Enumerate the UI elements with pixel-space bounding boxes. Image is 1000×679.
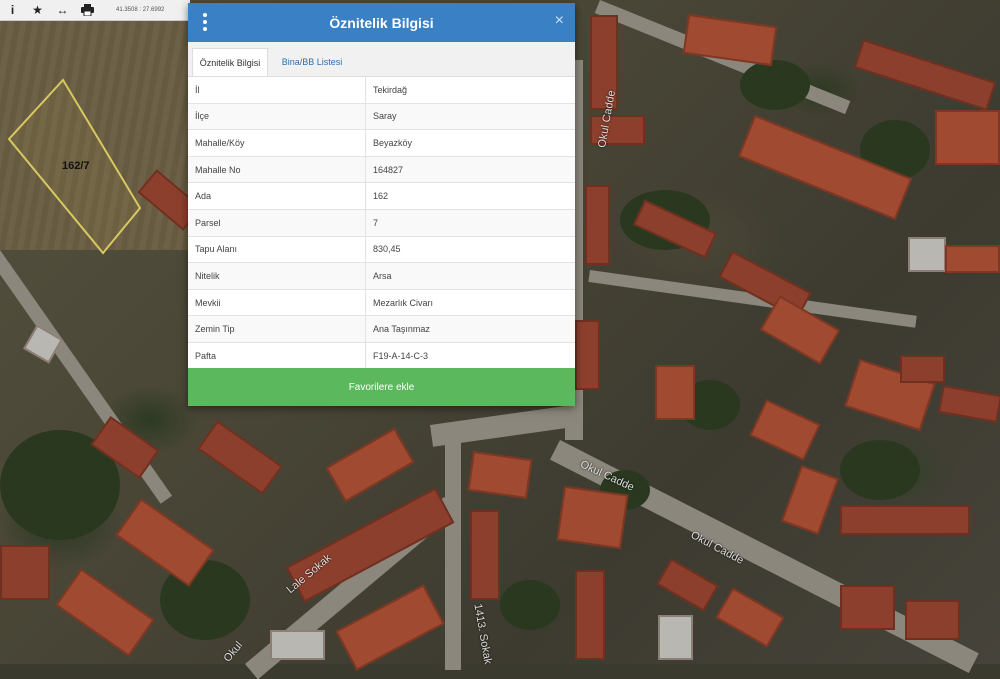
attribute-key: Pafta <box>188 342 366 370</box>
attribute-table: İl Tekirdağ İlçe Saray Mahalle/Köy Beyazköy Ma… <box>188 77 575 370</box>
info-icon[interactable]: i <box>0 0 25 20</box>
building-roof <box>840 585 895 630</box>
attribute-key: İl <box>188 77 366 104</box>
building-roof <box>656 558 719 612</box>
attribute-key: Zemin Tip <box>188 315 366 343</box>
attribute-value: Mezarlık Civarı <box>365 289 575 317</box>
building-roof <box>575 320 600 390</box>
attribute-value: Saray <box>365 103 575 131</box>
attribute-row: Mevkii Mezarlık Civarı <box>188 289 575 317</box>
attribute-key: İlçe <box>188 103 366 131</box>
map-toolbar: i ★ ↔ 41.3508 : 27.6992 <box>0 0 190 21</box>
attribute-key: Parsel <box>188 209 366 237</box>
building-roof <box>682 13 778 67</box>
building-roof <box>556 485 629 550</box>
tab-attributes[interactable]: Öznitelik Bilgisi <box>192 48 268 76</box>
attribute-value: F19-A-14-C-3 <box>365 342 575 370</box>
building-roof <box>575 570 605 660</box>
road <box>445 440 461 670</box>
parcel-label: 162/7 <box>62 160 90 172</box>
attribute-value: 7 <box>365 209 575 237</box>
attribute-key: Mahalle/Köy <box>188 129 366 157</box>
building-roof <box>780 464 840 536</box>
attribute-row: Ada 162 <box>188 182 575 210</box>
building-roof <box>197 420 283 495</box>
tab-bar: Öznitelik Bilgisi Bina/BB Listesi <box>188 42 575 77</box>
building-roof <box>658 615 693 660</box>
building-roof <box>840 505 970 535</box>
building-roof <box>285 487 455 603</box>
building-roof <box>55 568 155 657</box>
measure-icon[interactable]: ↔ <box>50 0 75 20</box>
attribute-row: Parsel 7 <box>188 209 575 237</box>
attribute-value: 830,45 <box>365 236 575 264</box>
print-icon[interactable] <box>75 0 100 20</box>
building-roof <box>715 587 785 648</box>
building-roof <box>905 600 960 640</box>
building-roof <box>655 365 695 420</box>
attribute-key: Nitelik <box>188 262 366 290</box>
attribute-popup: Öznitelik Bilgisi × Öznitelik Bilgisi Bi… <box>188 3 575 406</box>
attribute-row: Pafta F19-A-14-C-3 <box>188 342 575 370</box>
building-roof <box>945 245 1000 273</box>
attribute-row: Tapu Alanı 830,45 <box>188 236 575 264</box>
attribute-value: Tekirdağ <box>365 77 575 104</box>
attribute-row: Zemin Tip Ana Taşınmaz <box>188 315 575 343</box>
attribute-key: Mevkii <box>188 289 366 317</box>
popup-title: Öznitelik Bilgisi <box>329 14 434 31</box>
building-roof <box>470 510 500 600</box>
attribute-row: Mahalle No 164827 <box>188 156 575 184</box>
building-roof <box>467 451 533 499</box>
attribute-value: 162 <box>365 182 575 210</box>
tree <box>500 580 560 630</box>
attribute-key: Ada <box>188 182 366 210</box>
add-favorite-button[interactable]: Favorilere ekle <box>188 368 575 406</box>
building-roof <box>0 545 50 600</box>
building-roof <box>585 185 610 265</box>
attribute-key: Tapu Alanı <box>188 236 366 264</box>
close-icon[interactable]: × <box>555 12 564 30</box>
street-label: Okul <box>221 639 246 665</box>
attribute-value: 164827 <box>365 156 575 184</box>
tree <box>740 60 810 110</box>
building-roof <box>270 630 325 660</box>
popup-header: Öznitelik Bilgisi × <box>188 3 575 42</box>
building-roof <box>938 385 1000 423</box>
star-icon[interactable]: ★ <box>25 0 50 20</box>
building-roof <box>900 355 945 383</box>
coordinate-readout: 41.3508 : 27.6992 <box>116 7 165 13</box>
building-roof <box>908 237 946 272</box>
building-roof <box>23 324 63 364</box>
attribute-row: İlçe Saray <box>188 103 575 131</box>
attribute-row: Mahalle/Köy Beyazköy <box>188 129 575 157</box>
attribute-row: Nitelik Arsa <box>188 262 575 290</box>
attribute-value: Beyazköy <box>365 129 575 157</box>
attribute-value: Ana Taşınmaz <box>365 315 575 343</box>
attribute-key: Mahalle No <box>188 156 366 184</box>
building-roof <box>853 39 997 111</box>
building-roof <box>935 110 1000 165</box>
parcel-outline[interactable] <box>0 0 190 260</box>
building-roof <box>749 399 821 461</box>
tree <box>840 440 920 500</box>
attribute-value: Arsa <box>365 262 575 290</box>
menu-icon[interactable] <box>200 13 210 31</box>
building-roof <box>325 427 415 503</box>
street-label: 1413. Sokak <box>471 602 494 666</box>
tab-building-list[interactable]: Bina/BB Listesi <box>272 48 352 75</box>
attribute-row: İl Tekirdağ <box>188 77 575 104</box>
